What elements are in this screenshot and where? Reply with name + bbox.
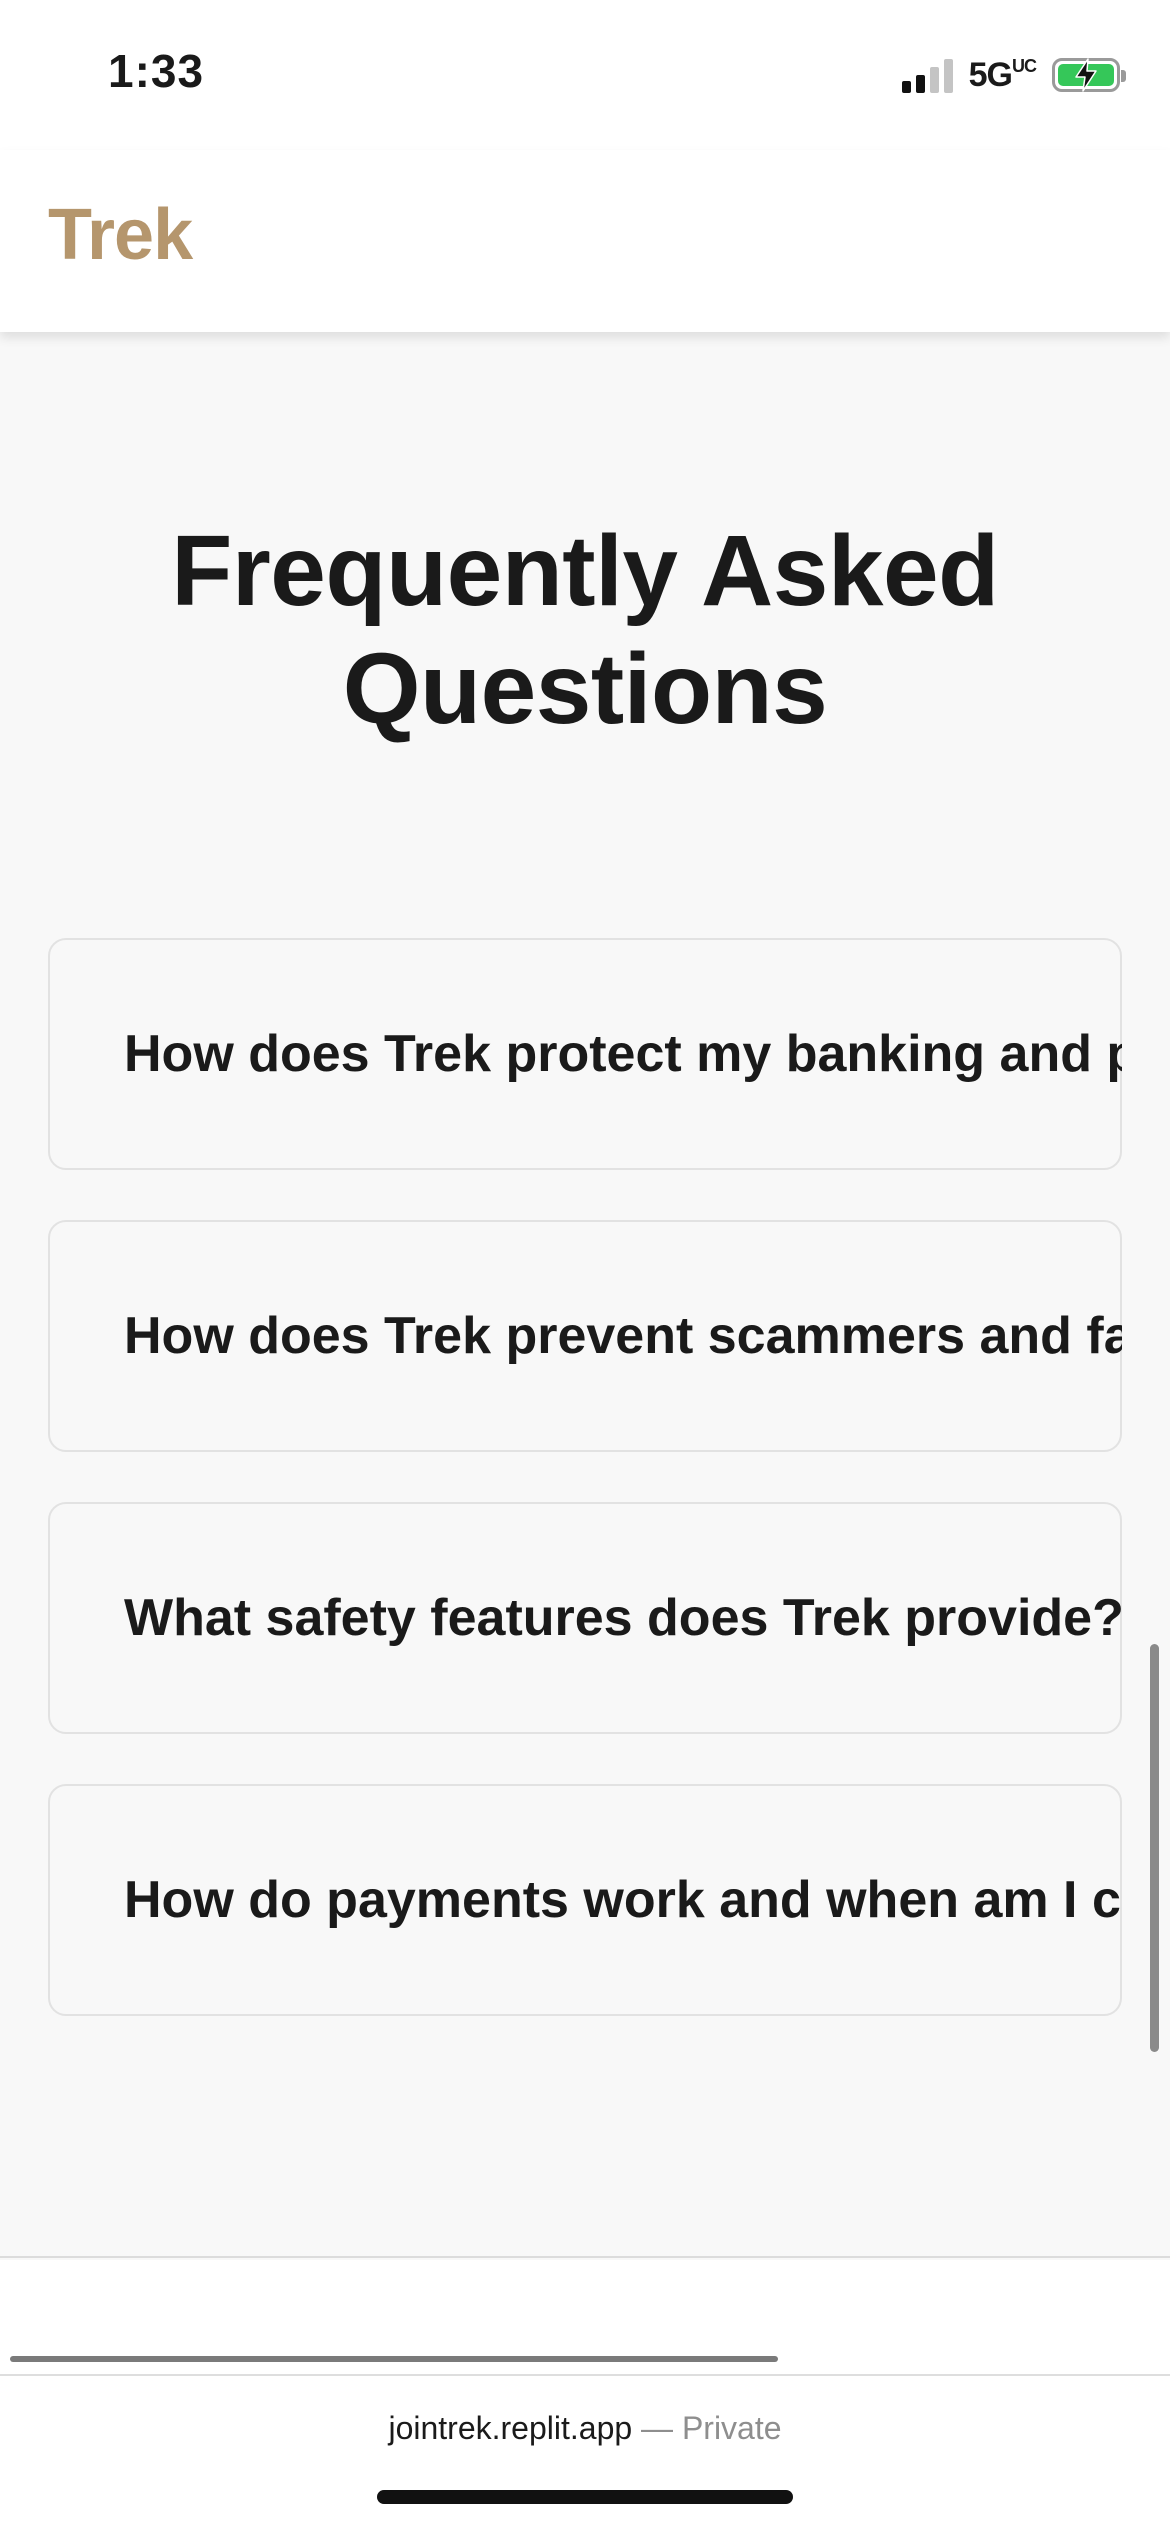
faq-item[interactable]: How do payments work and when am I cha — [48, 1784, 1122, 2016]
faq-title: Frequently Asked Questions — [171, 515, 999, 745]
scrollbar-thumb[interactable] — [1150, 1644, 1159, 2052]
faq-list: How does Trek protect my banking and pe … — [48, 938, 1122, 2066]
faq-question: What safety features does Trek provide? — [124, 1589, 1122, 1647]
faq-question: How does Trek prevent scammers and fak — [124, 1307, 1122, 1365]
main-content: Frequently Asked Questions How does Trek… — [0, 332, 1170, 2260]
faq-item[interactable]: How does Trek prevent scammers and fak — [48, 1220, 1122, 1452]
app-header: Trek — [0, 150, 1170, 332]
charging-bolt-icon — [1075, 58, 1097, 92]
privacy-label: Private — [681, 2410, 782, 2446]
battery-cap — [1121, 70, 1126, 82]
page-load-indicator — [10, 2356, 778, 2362]
address-bar[interactable]: jointrek.replit.app — Private — [0, 2410, 1170, 2447]
home-indicator[interactable] — [377, 2490, 793, 2504]
faq-item[interactable]: What safety features does Trek provide? — [48, 1502, 1122, 1734]
cellular-signal-icon — [901, 57, 953, 93]
faq-item[interactable]: How does Trek protect my banking and pe — [48, 938, 1122, 1170]
brand-logo[interactable]: Trek — [48, 194, 193, 276]
page: 1:33 5GUC Trek Frequently Asked Question… — [0, 0, 1170, 2532]
battery-charging-icon — [1052, 58, 1126, 92]
network-label: 5GUC — [968, 55, 1037, 95]
url-text: jointrek.replit.app — [388, 2410, 633, 2446]
network-type: 5G — [968, 55, 1013, 94]
status-bar: 1:33 5GUC — [0, 0, 1170, 150]
faq-question: How do payments work and when am I cha — [124, 1871, 1122, 1929]
faq-question: How does Trek protect my banking and pe — [124, 1025, 1122, 1083]
footer-divider — [0, 2256, 1170, 2258]
content-viewport: Frequently Asked Questions How does Trek… — [0, 332, 1122, 2260]
status-indicators: 5GUC — [901, 52, 1126, 98]
browser-divider — [0, 2374, 1170, 2376]
status-time: 1:33 — [108, 45, 205, 97]
browser-bottom-bar: jointrek.replit.app — Private — [0, 2260, 1170, 2532]
network-suffix: UC — [1012, 55, 1037, 76]
url-separator: — — [641, 2410, 674, 2446]
